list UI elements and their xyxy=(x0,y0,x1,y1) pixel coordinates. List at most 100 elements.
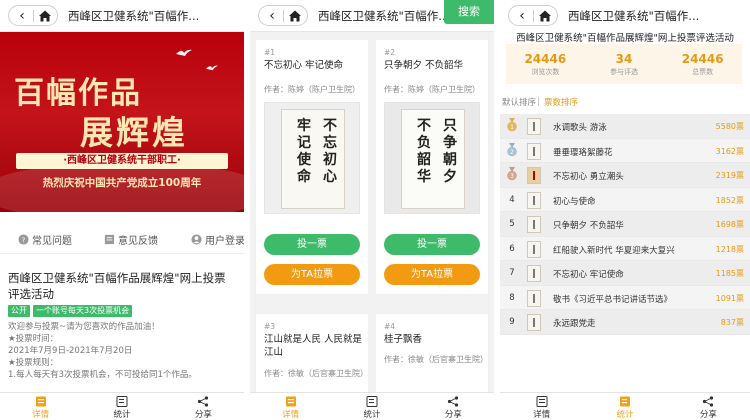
work-card[interactable]: #4 桂子飘香 作者：徐敏（后官寨卫生院） xyxy=(376,314,488,394)
work-card[interactable]: #3 江山就是人民 人民就是江山 作者：徐敏（后官寨卫生院） xyxy=(256,314,368,394)
svg-text:2: 2 xyxy=(510,149,514,156)
calligraphy-column: 不忘初心 xyxy=(322,118,338,186)
ranking-row[interactable]: 3 不忘初心 勇立潮头 2319票 xyxy=(500,163,750,188)
tab-stats[interactable]: 统计 xyxy=(331,393,412,420)
vote-button[interactable]: 投一票 xyxy=(264,234,360,255)
back-arrow-icon[interactable]: ‹ xyxy=(513,8,531,24)
calligraphy-char: 韶 xyxy=(417,152,431,168)
rank-number: 9 xyxy=(509,317,515,327)
page-title: 西峰区卫健系统"百幅作... xyxy=(318,9,450,23)
tab-detail[interactable]: 详情 xyxy=(500,393,583,420)
top-nav-bar: ‹ 西峰区卫健系统"百幅作... xyxy=(500,0,750,32)
ranking-name: 不忘初心 牢记使命 xyxy=(553,270,624,280)
rank-number: 4 xyxy=(509,194,515,205)
banner-slogan: 热烈庆祝中国共产党成立100周年 xyxy=(42,177,202,189)
tab-detail[interactable]: 详情 xyxy=(0,393,81,420)
rank-number: 8 xyxy=(509,292,515,303)
work-thumbnail xyxy=(527,265,541,282)
share-icon xyxy=(703,396,714,407)
cheer-button[interactable]: 为TA拉票 xyxy=(384,264,480,285)
page-title: 西峰区卫健系统"百幅作... xyxy=(68,9,200,23)
ranking-row[interactable]: 2 垂垂璎珞絮藤花 3162票 xyxy=(500,138,750,163)
home-icon[interactable] xyxy=(537,8,555,24)
event-description: 欢迎参与投票~请为您喜欢的作品加油！ ★投票时间： 2021年7月9日-2021… xyxy=(8,321,236,381)
calligraphy-column: 不负韶华 xyxy=(416,118,432,186)
faq-label: 常见问题 xyxy=(32,236,72,247)
ranking-row[interactable]: 6 红船驶入新时代 华夏迎来大复兴 1218票 xyxy=(500,236,750,261)
feedback-label: 意见反馈 xyxy=(118,236,158,247)
work-image[interactable]: 只争朝夕 不负韶华 xyxy=(384,102,480,214)
calligraphy-char: 争 xyxy=(443,135,457,151)
work-name: 只争朝夕 不负韶华 xyxy=(384,60,464,71)
work-image[interactable]: 不忘初心 牢记使命 xyxy=(264,102,360,214)
ranking-screen: ‹ 西峰区卫健系统"百幅作... 西峰区卫健系统"百幅作品展辉煌"网上投票评选活… xyxy=(500,0,750,420)
ranking-row[interactable]: 1 水调歌头 游泳 5580票 xyxy=(500,114,750,139)
work-thumbnail xyxy=(527,216,541,233)
work-thumbnail xyxy=(527,191,541,209)
ranking-votes: 5580票 xyxy=(715,122,744,131)
bottom-tab-bar: 详情 统计 分享 xyxy=(0,392,244,420)
tab-label: 统计 xyxy=(363,410,381,420)
feedback-link[interactable]: 意见反馈 xyxy=(104,232,158,247)
ranking-row[interactable]: 5 只争朝夕 不负韶华 1698票 xyxy=(500,212,750,237)
info-line: ★投票规则： xyxy=(8,358,59,368)
page-title: 西峰区卫健系统"百幅作... xyxy=(568,9,700,23)
home-icon[interactable] xyxy=(37,8,55,24)
ranking-row[interactable]: 8 敬书《习近平总书记讲话节选》 1091票 xyxy=(500,285,750,310)
work-card[interactable]: #1 不忘初心 牢记使命 作者：陈婷（陈户卫生院） 不忘初心 牢记使命 投一票 … xyxy=(256,40,368,294)
ranking-row[interactable]: 4 初心与使命 1852票 xyxy=(500,187,750,212)
info-line: 1.每人每天有3次投票机会，不可投给同1个作品。 xyxy=(8,370,197,380)
search-button[interactable]: 搜索 xyxy=(444,0,494,24)
work-thumbnail xyxy=(527,314,541,331)
nav-divider xyxy=(533,10,534,22)
stat-total-votes: 24446 总票数 xyxy=(663,44,742,84)
nav-divider xyxy=(283,10,284,22)
work-number: #2 xyxy=(384,48,396,57)
rank-number: 6 xyxy=(509,243,515,254)
sort-options: 默认排序 票数排序 xyxy=(500,94,750,110)
calligraphy-char: 心 xyxy=(323,169,337,185)
feedback-icon xyxy=(104,234,115,245)
tab-share[interactable]: 分享 xyxy=(163,393,244,420)
tab-label: 分享 xyxy=(444,410,462,420)
sort-default-button[interactable]: 默认排序 xyxy=(502,96,536,108)
stats-icon xyxy=(366,396,378,407)
tab-label: 统计 xyxy=(113,410,131,420)
info-line: 欢迎参与投票~请为您喜欢的作品加油！ xyxy=(8,322,160,332)
tab-detail[interactable]: 详情 xyxy=(250,393,331,420)
tab-share[interactable]: 分享 xyxy=(413,393,494,420)
ranking-name: 只争朝夕 不负韶华 xyxy=(553,221,624,231)
ranking-name: 不忘初心 勇立潮头 xyxy=(553,172,624,182)
calligraphy-scroll: 只争朝夕 不负韶华 xyxy=(401,109,465,209)
back-arrow-icon[interactable]: ‹ xyxy=(263,8,281,24)
ranking-row[interactable]: 9 永远跟党走 837票 xyxy=(500,310,750,335)
svg-text:1: 1 xyxy=(510,124,514,131)
tab-stats[interactable]: 统计 xyxy=(583,393,666,420)
sort-by-votes-button[interactable]: 票数排序 xyxy=(544,96,578,108)
tab-share[interactable]: 分享 xyxy=(667,393,750,420)
calligraphy-char: 初 xyxy=(323,152,337,168)
tab-label: 统计 xyxy=(616,410,634,420)
tab-stats[interactable]: 统计 xyxy=(81,393,162,420)
vote-button[interactable]: 投一票 xyxy=(384,234,480,255)
back-arrow-icon[interactable]: ‹ xyxy=(13,8,31,24)
faq-link[interactable]: ? 常见问题 xyxy=(18,232,72,247)
ranking-row[interactable]: 7 不忘初心 牢记使命 1185票 xyxy=(500,261,750,286)
event-info-card: 西峰区卫健系统"百幅作品展辉煌"网上投票评选活动 公开 一个账号每天3次投票机会… xyxy=(8,270,236,390)
calligraphy-scroll: 不忘初心 牢记使命 xyxy=(281,109,345,209)
dove-icon xyxy=(206,65,218,71)
event-banner: 百幅作品 展辉煌 ·西峰区卫健系统干部职工· 热烈庆祝中国共产党成立100周年 xyxy=(0,32,244,212)
home-icon[interactable] xyxy=(287,8,305,24)
silver-medal-icon: 2 xyxy=(507,142,517,156)
work-card[interactable]: #2 只争朝夕 不负韶华 作者：陈婷（陈户卫生院） 只争朝夕 不负韶华 投一票 … xyxy=(376,40,488,294)
cheer-button[interactable]: 为TA拉票 xyxy=(264,264,360,285)
question-icon: ? xyxy=(18,234,29,245)
stat-value: 24446 xyxy=(681,52,724,66)
ranking-votes: 837票 xyxy=(720,318,744,327)
share-icon xyxy=(448,396,459,407)
stats-panel: 24446 浏览次数 34 参与评选 24446 总票数 xyxy=(506,44,742,84)
login-link[interactable]: 用户登录 xyxy=(191,232,244,247)
top-nav-bar: ‹ 西峰区卫健系统"百幅作... 搜索 xyxy=(250,0,494,32)
banner-organization: ·西峰区卫健系统干部职工· xyxy=(16,153,228,169)
tab-label: 分享 xyxy=(194,410,212,420)
